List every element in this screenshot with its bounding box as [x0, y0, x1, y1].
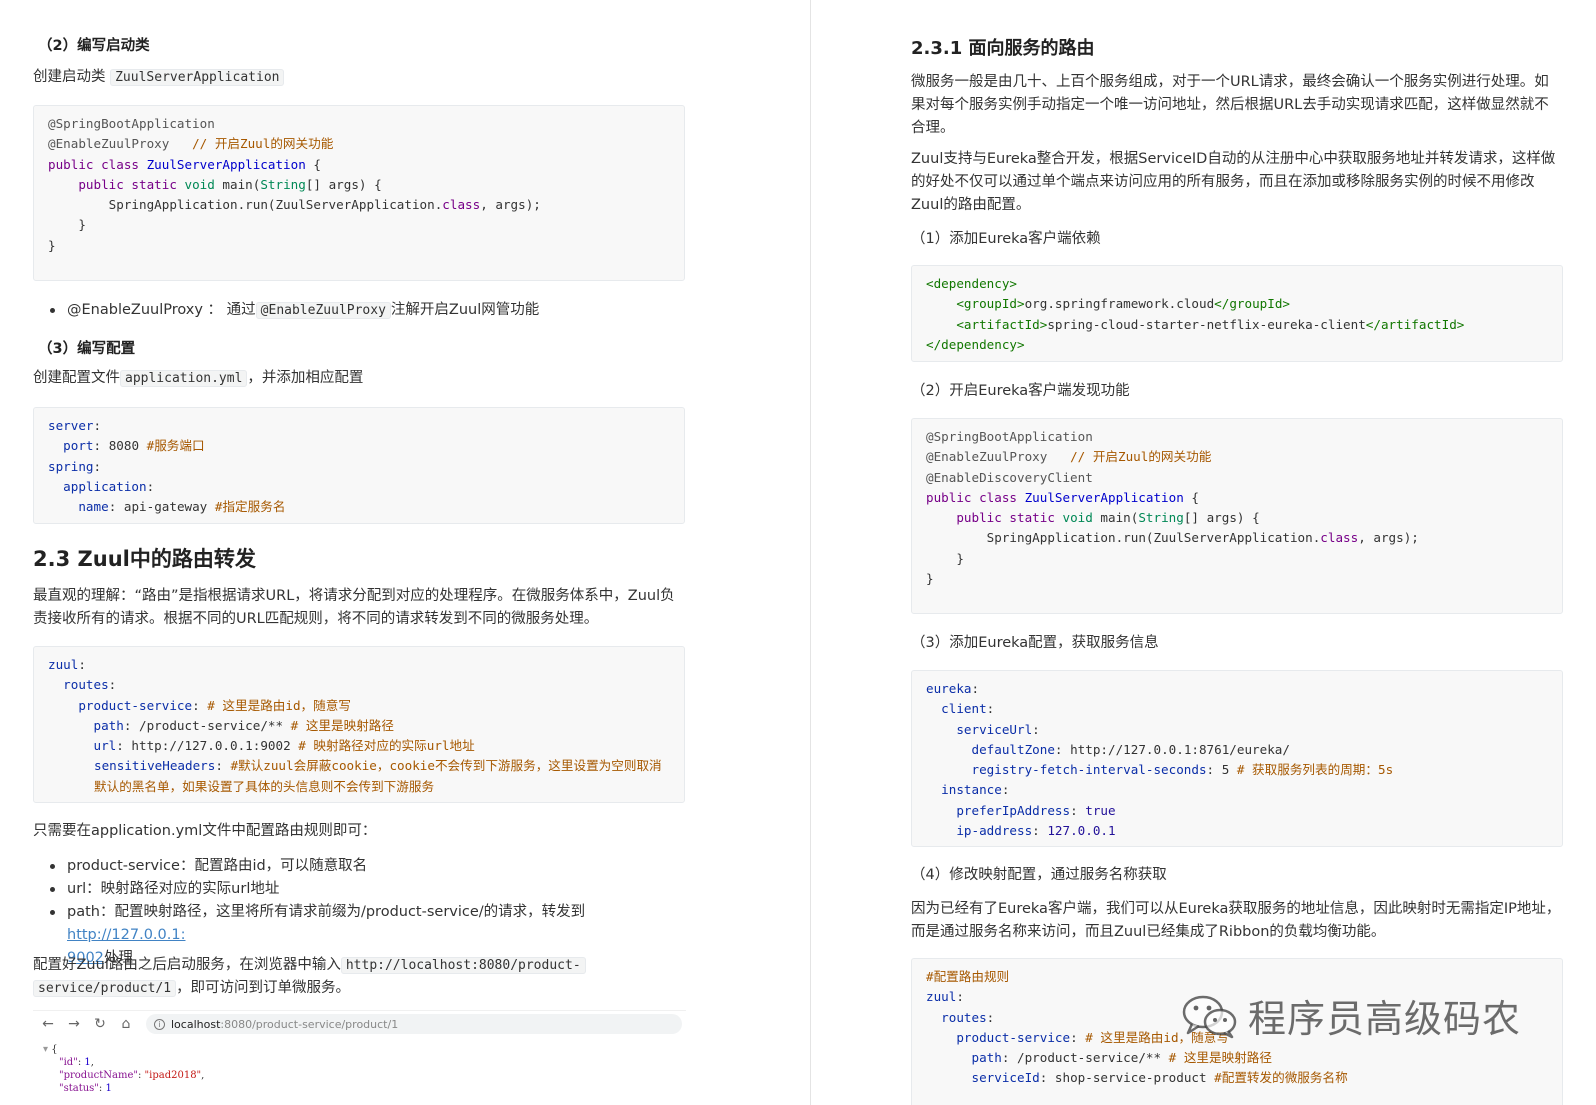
code-block-eureka-dependency: <dependency> <groupId>org.springframewor… [911, 265, 1563, 362]
paragraph-routing: 最直观的理解：“路由”是指根据请求URL，将请求分配到对应的处理程序。在微服务体… [33, 588, 675, 627]
right-page: 2.3.1 面向服务的路由 微服务一般是由几十、上百个服务组成，对于一个URL请… [811, 0, 1596, 1105]
step-modify-mapping: （4）修改映射配置，通过服务名称获取 [911, 867, 1167, 883]
heading-startup-class: （2）编写启动类 [38, 38, 150, 54]
code-block-zuul-routes: zuul: routes: product-service: # 这里是路由id… [33, 646, 685, 803]
wechat-icon [1182, 995, 1237, 1038]
paragraph-eureka-integration: Zuul支持与Eureka整合开发，根据ServiceID自动的从注册中心中获取… [911, 151, 1556, 213]
forward-url-link[interactable]: http://127.0.0.1: [67, 927, 186, 943]
home-icon[interactable]: ⌂ [120, 1016, 132, 1032]
url-host: localhost [171, 1017, 221, 1031]
address-bar[interactable]: i localhost:8080/product-service/product… [146, 1014, 682, 1034]
code-block-application-yml: server: port: 8080 #服务端口 spring: applica… [33, 407, 685, 524]
inline-code: ZuulServerApplication [110, 69, 285, 86]
step-add-dependency: （1）添加Eureka客户端依赖 [911, 231, 1101, 247]
watermark: 程序员高级码农 [1180, 988, 1521, 1043]
heading-write-config: （3）编写配置 [38, 341, 136, 357]
back-icon[interactable]: ← [42, 1016, 54, 1032]
section-title-service-routing: 2.3.1 面向服务的路由 [911, 38, 1095, 59]
paragraph-config-routes: 只需要在application.yml文件中配置路由规则即可： [33, 823, 377, 839]
bullet-list-annotation: @EnableZuulProxy ： 通过 @EnableZuulProxy 注解开… [33, 299, 693, 322]
list-item: product-service：配置路由id，可以随意取名 [33, 855, 693, 878]
list-item: @EnableZuulProxy ： 通过 @EnableZuulProxy 注解开… [33, 299, 693, 322]
url-path: :8080/product-service/product/1 [220, 1017, 399, 1031]
paragraph-browser-access: 配置好Zuul路由之后启动服务，在浏览器中输入 http://localhost:… [33, 954, 685, 1000]
paragraph-service-name-mapping: 因为已经有了Eureka客户端，我们可以从Eureka获取服务的地址信息，因此映… [911, 901, 1561, 940]
list-item: url：映射路径对应的实际url地址 [33, 878, 693, 901]
paragraph-write-config: 创建配置文件 application.yml ，并添加相应配置 [33, 370, 364, 387]
step-enable-discovery: （2）开启Eureka客户端发现功能 [911, 383, 1130, 399]
section-title-routing: 2.3 Zuul中的路由转发 [33, 547, 256, 571]
json-response: ▾ { "id": 1, "productName": "ipad2018", … [43, 1044, 205, 1094]
paragraph-startup-class: 创建启动类 ZuulServerApplication [33, 66, 285, 89]
code-block-eureka-config: eureka: client: serviceUrl: defaultZone:… [911, 670, 1563, 847]
paragraph-microservice-intro: 微服务一般是由几十、上百个服务组成，对于一个URL请求，最终会确认一个服务实例进… [911, 74, 1549, 136]
code-block-discovery-client: @SpringBootApplication @EnableZuulProxy … [911, 418, 1563, 614]
code-block-startup-class: @SpringBootApplication @EnableZuulProxy … [33, 105, 685, 281]
browser-toolbar: ← → ↻ ⌂ i localhost:8080/product-service… [33, 1011, 686, 1037]
bullet-list-route-fields: product-service：配置路由id，可以随意取名 url：映射路径对应… [33, 855, 693, 970]
forward-icon[interactable]: → [68, 1016, 80, 1032]
info-icon[interactable]: i [154, 1018, 165, 1030]
step-eureka-config: （3）添加Eureka配置，获取服务信息 [911, 635, 1159, 651]
browser-screenshot: ← → ↻ ⌂ i localhost:8080/product-service… [33, 1010, 686, 1105]
left-page: （2）编写启动类 创建启动类 ZuulServerApplication @Sp… [0, 0, 800, 1105]
watermark-text: 程序员高级码农 [1248, 997, 1522, 1041]
reload-icon[interactable]: ↻ [94, 1016, 106, 1032]
